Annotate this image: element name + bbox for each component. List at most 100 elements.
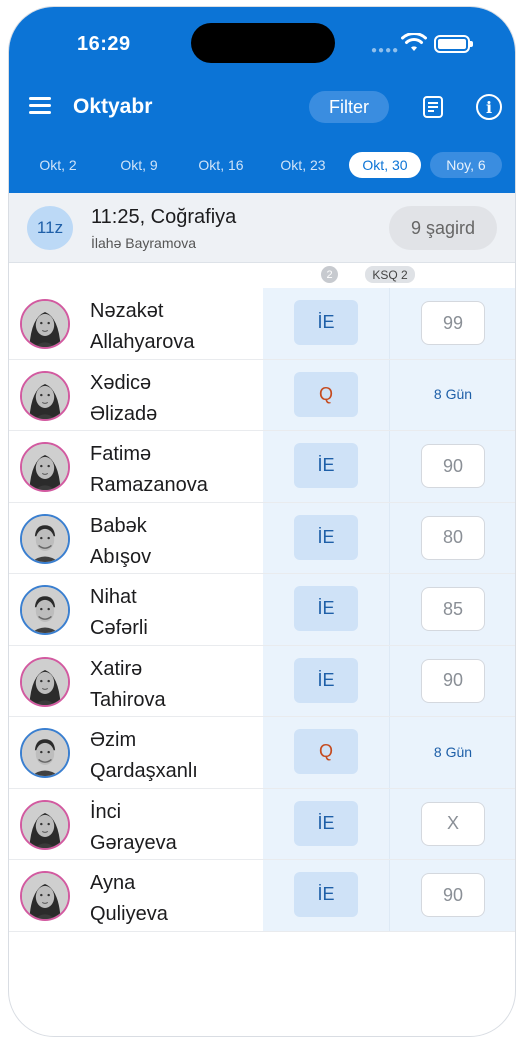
student-last-name: Abışov — [90, 545, 152, 568]
score-input[interactable]: 80 — [421, 515, 485, 560]
student-last-name: Allahyarova — [90, 331, 195, 353]
days-remaining[interactable]: 8 Gün — [409, 372, 497, 417]
student-name: İnci Gərayeva — [90, 797, 177, 859]
column-count-badge: 2 — [321, 266, 338, 283]
student-first-name: Xədicə — [90, 371, 152, 394]
attendance-mark[interactable]: İE — [294, 514, 358, 560]
student-name: Nəzakət Allahyarova — [90, 296, 195, 358]
date-tabs: Okt, 2 Okt, 9 Okt, 16 Okt, 23 Okt, 30 No… — [9, 152, 515, 180]
column-divider — [389, 502, 390, 573]
student-last-name: Cəfərli — [90, 617, 148, 639]
wifi-icon — [401, 33, 427, 51]
student-last-name: Quliyeva — [90, 903, 168, 925]
student-row[interactable]: Ayna Quliyeva İE 90 — [9, 860, 515, 932]
student-avatar — [20, 799, 70, 850]
column-divider — [389, 860, 390, 931]
student-name: Babək Abışov — [90, 511, 151, 573]
class-badge: 11z — [27, 206, 73, 250]
student-avatar — [20, 299, 70, 349]
attendance-mark[interactable]: İE — [294, 800, 358, 846]
column-divider — [389, 359, 390, 430]
page-title: Oktyabr — [73, 95, 153, 118]
column-divider — [389, 288, 390, 359]
attendance-mark[interactable]: İE — [294, 657, 358, 703]
tab-okt-2[interactable]: Okt, 2 — [23, 152, 93, 178]
attendance-mark[interactable]: İE — [294, 300, 358, 345]
student-list: Nəzakət Allahyarova İE 99 Xədicə Əlizadə… — [9, 288, 515, 932]
student-first-name: Əzim — [90, 729, 137, 751]
column-divider — [389, 574, 390, 645]
column-divider — [389, 717, 390, 788]
student-last-name: Gərayeva — [90, 831, 177, 854]
student-name: Fatimə Ramazanova — [90, 439, 208, 501]
attendance-mark[interactable]: İE — [294, 443, 358, 488]
lesson-teacher: İlahə Bayramova — [91, 235, 197, 251]
student-avatar — [20, 728, 70, 778]
battery-icon — [434, 35, 473, 53]
lesson-title: 11:25, Coğrafiya — [91, 206, 237, 228]
student-first-name: Nihat — [90, 586, 137, 608]
tab-okt-30[interactable]: Okt, 30 — [349, 152, 421, 178]
student-name: Nihat Cəfərli — [90, 582, 148, 644]
status-time: 16:29 — [77, 33, 131, 55]
student-last-name: Ramazanova — [90, 474, 208, 496]
attendance-mark[interactable]: İE — [294, 872, 358, 917]
student-first-name: Fatimə — [90, 443, 152, 465]
column-divider — [389, 645, 390, 716]
student-avatar — [20, 656, 70, 707]
student-name: Xatirə Tahirova — [90, 654, 166, 716]
student-last-name: Qardaşxanlı — [90, 760, 198, 782]
signal-icon: ●●●● — [371, 45, 400, 56]
student-row[interactable]: İnci Gərayeva İE X — [9, 788, 515, 860]
student-avatar — [20, 442, 70, 492]
score-input[interactable]: 90 — [421, 658, 485, 703]
student-first-name: Xatirə — [90, 657, 143, 680]
student-first-name: İnci — [90, 800, 122, 823]
student-row[interactable]: Əzim Qardaşxanlı Q 8 Gün — [9, 717, 515, 789]
report-icon[interactable] — [422, 95, 444, 119]
score-input[interactable]: 90 — [421, 873, 485, 917]
column-header: 2 KSQ 2 — [9, 263, 515, 285]
student-first-name: Nəzakət — [90, 300, 164, 322]
student-row[interactable]: Nəzakət Allahyarova İE 99 — [9, 288, 515, 360]
attendance-mark[interactable]: Q — [294, 729, 358, 774]
student-row[interactable]: Fatimə Ramazanova İE 90 — [9, 431, 515, 503]
student-row[interactable]: Nihat Cəfərli İE 85 — [9, 574, 515, 646]
student-row[interactable]: Babək Abışov İE 80 — [9, 502, 515, 574]
student-first-name: Babək — [90, 514, 147, 537]
student-name: Ayna Quliyeva — [90, 868, 168, 930]
column-divider — [389, 788, 390, 859]
info-icon[interactable]: i — [476, 94, 502, 120]
attendance-mark[interactable]: Q — [294, 371, 358, 417]
student-avatar — [20, 585, 70, 635]
student-name: Əzim Qardaşxanlı — [90, 725, 198, 787]
student-avatar — [20, 871, 70, 921]
filter-button[interactable]: Filter — [309, 91, 389, 123]
ksq-column-label[interactable]: KSQ 2 — [365, 266, 415, 283]
tab-okt-9[interactable]: Okt, 9 — [104, 152, 174, 178]
app-header: 16:29 ●●●● Oktyabr Filter i Okt, 2 Okt, … — [9, 7, 515, 193]
tab-noy-6[interactable]: Noy, 6 — [430, 152, 502, 178]
student-row[interactable]: Xatirə Tahirova İE 90 — [9, 645, 515, 717]
menu-button[interactable] — [29, 97, 51, 115]
tab-okt-16[interactable]: Okt, 16 — [185, 152, 257, 178]
score-input[interactable]: X — [421, 801, 485, 846]
student-row[interactable]: Xədicə Əlizadə Q 8 Gün — [9, 359, 515, 431]
dynamic-island — [191, 23, 335, 63]
student-avatar — [20, 370, 70, 421]
student-last-name: Əlizadə — [90, 402, 158, 425]
student-avatar — [20, 513, 70, 564]
score-input[interactable]: 90 — [421, 444, 485, 488]
attendance-mark[interactable]: İE — [294, 586, 358, 631]
column-divider — [389, 431, 390, 502]
days-remaining[interactable]: 8 Gün — [409, 729, 497, 774]
student-last-name: Tahirova — [90, 688, 166, 711]
student-first-name: Ayna — [90, 872, 136, 894]
score-input[interactable]: 99 — [421, 301, 485, 345]
student-name: Xədicə Əlizadə — [90, 368, 157, 430]
tab-okt-23[interactable]: Okt, 23 — [267, 152, 339, 178]
students-count-badge[interactable]: 9 şagird — [389, 206, 497, 250]
score-input[interactable]: 85 — [421, 587, 485, 631]
lesson-card[interactable]: 11z 11:25, Coğrafiya İlahə Bayramova 9 ş… — [9, 193, 515, 263]
phone-screen: 16:29 ●●●● Oktyabr Filter i Okt, 2 Okt, … — [8, 6, 516, 1037]
